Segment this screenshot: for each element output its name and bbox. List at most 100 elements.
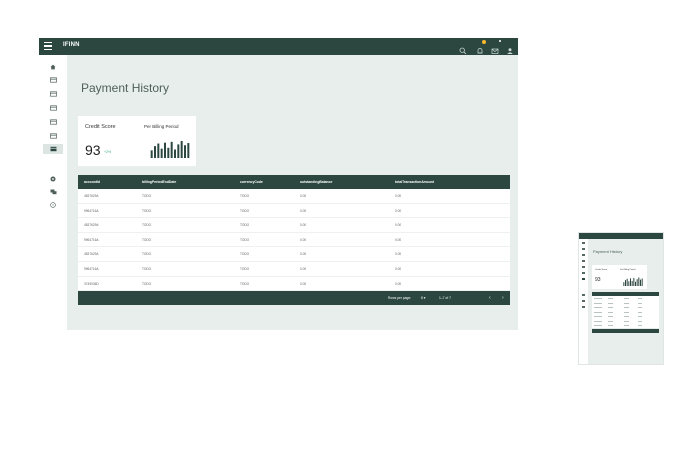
previous-page-icon[interactable]: ‹ <box>489 295 491 301</box>
cell-currency-code: TODO <box>240 208 250 213</box>
cell-account-id: 4837629A <box>84 194 99 198</box>
pagination-range: 1–7 of 7 <box>439 296 451 301</box>
cell-billing-period-end-date: TODO <box>142 237 152 242</box>
cell-outstanding-balance: 0.00 <box>300 281 307 286</box>
cell-billing-period-end-date: TODO <box>142 208 152 213</box>
cell-billing-period-end-date: TODO <box>142 223 152 228</box>
sidebar-item-card-1[interactable] <box>47 75 59 85</box>
cell-currency-code: TODO <box>240 252 250 257</box>
preview-score-card: Credit Score Per Billing Period 93 <box>592 265 647 289</box>
cell-total-transaction-amount: 0.00 <box>395 223 402 228</box>
table-row[interactable]: 4837629A TODO TODO 0.00 0.00 <box>78 189 510 204</box>
column-header-billing-period-end-date[interactable]: billingPeriodEndDate <box>142 180 176 184</box>
table-row[interactable]: 9964716A TODO TODO 0.00 0.00 <box>78 261 510 277</box>
preview-period-label: Per Billing Period <box>620 269 636 271</box>
table-row[interactable]: 4837629A TODO TODO 0.00 0.00 <box>78 247 510 262</box>
rows-per-page-select[interactable]: 8 ▾ <box>421 296 425 300</box>
cell-account-id: 4837629A <box>84 223 99 228</box>
cell-billing-period-end-date: TODO <box>142 266 152 271</box>
bar <box>633 277 635 286</box>
cell-currency-code: TODO <box>240 194 250 198</box>
sidebar-item-payment-history[interactable] <box>43 144 63 154</box>
cell-billing-period-end-date: TODO <box>142 252 152 257</box>
credit-score-label: Credit Score <box>85 124 116 130</box>
credit-score-card: Credit Score 93 +2% Per Billing Period <box>78 116 196 166</box>
table-row[interactable]: 9964716A TODO TODO 0.00 0.00 <box>78 232 510 248</box>
column-header-outstanding-balance[interactable]: outstandingBalance <box>300 180 332 184</box>
menu-icon[interactable] <box>44 42 52 51</box>
help-icon: ? <box>50 202 56 208</box>
column-header-total-transaction-amount[interactable]: totalTransactionAmount <box>395 180 434 184</box>
bar <box>626 278 628 286</box>
bar <box>150 150 153 158</box>
cell-total-transaction-amount: 0.00 <box>395 237 402 242</box>
search-icon[interactable] <box>459 42 467 55</box>
bar <box>625 280 626 286</box>
next-page-icon[interactable]: › <box>502 295 504 301</box>
cell-currency-code: TODO <box>240 266 250 271</box>
table-pagination: Rows per page: 8 ▾ 1–7 of 7 ‹ › <box>78 291 510 306</box>
cell-outstanding-balance: 0.00 <box>300 237 307 242</box>
cell-account-id: 3749036D <box>84 281 99 286</box>
card-icon <box>49 133 57 139</box>
mail-badge <box>499 40 501 42</box>
sidebar-item-card-2[interactable] <box>47 89 59 99</box>
bar <box>160 148 163 158</box>
bar <box>635 281 636 286</box>
cell-account-id: 4837629A <box>84 252 99 257</box>
cell-account-id: 9964716A <box>84 208 99 213</box>
card-icon <box>49 105 57 111</box>
cell-account-id: 9964716A <box>84 266 99 271</box>
app-window: IFINN ? Payment History Credit Score 93 … <box>39 38 518 330</box>
preview-bar-chart <box>623 277 643 286</box>
account-icon[interactable] <box>506 42 514 54</box>
table-header: accountId billingPeriodEndDate currencyC… <box>78 175 510 189</box>
bar <box>157 143 160 158</box>
bar <box>623 282 625 286</box>
bar <box>177 144 180 158</box>
sidebar-item-help[interactable]: ? <box>47 200 59 210</box>
billing-period-label: Per Billing Period <box>144 124 179 129</box>
cell-outstanding-balance: 0.00 <box>300 223 307 228</box>
cell-outstanding-balance: 0.00 <box>300 252 307 257</box>
column-header-account-id[interactable]: accountId <box>84 180 100 184</box>
column-header-currency-code[interactable]: currencyCode <box>240 180 263 184</box>
table-row[interactable]: 4837629A TODO TODO 0.00 0.00 <box>78 218 510 233</box>
cell-outstanding-balance: 0.00 <box>300 194 307 198</box>
sidebar-item-chat[interactable] <box>47 187 59 197</box>
cell-total-transaction-amount: 0.00 <box>395 281 402 286</box>
cell-currency-code: TODO <box>240 223 250 228</box>
bar <box>170 141 173 158</box>
cell-currency-code: TODO <box>240 281 250 286</box>
sidebar-item-card-4[interactable] <box>47 117 59 127</box>
sidebar-item-card-5[interactable] <box>47 131 59 141</box>
card-icon <box>49 119 57 125</box>
sidebar-item-home[interactable] <box>47 62 59 72</box>
card-icon <box>50 146 56 152</box>
top-app-bar: IFINN <box>39 38 518 55</box>
bar <box>154 146 156 158</box>
table-row[interactable]: 9964716A TODO TODO 0.00 0.00 <box>78 203 510 219</box>
sidebar: ? <box>39 55 67 330</box>
app-name: IFINN <box>63 42 80 48</box>
cell-total-transaction-amount: 0.00 <box>395 252 402 257</box>
cell-billing-period-end-date: TODO <box>142 194 152 198</box>
cell-total-transaction-amount: 0.00 <box>395 208 402 213</box>
bar <box>641 278 643 286</box>
bar <box>174 149 176 158</box>
sidebar-item-settings[interactable] <box>47 174 59 184</box>
table-row[interactable]: 3749036D TODO TODO 0.00 0.00 <box>78 276 510 292</box>
sidebar-item-card-3[interactable] <box>47 103 59 113</box>
preview-table-pagination <box>592 329 659 333</box>
bar <box>164 142 166 158</box>
cell-total-transaction-amount: 0.00 <box>395 194 402 198</box>
mail-icon[interactable] <box>491 40 501 54</box>
payment-history-table: accountId billingPeriodEndDate currencyC… <box>78 175 510 306</box>
notifications-icon[interactable] <box>476 40 486 54</box>
bar <box>630 278 631 286</box>
bar <box>628 281 630 286</box>
preview-credit-label: Credit Score <box>595 269 608 271</box>
svg-text:?: ? <box>52 203 54 207</box>
bar <box>167 147 170 158</box>
cell-account-id: 9964716A <box>84 237 99 242</box>
